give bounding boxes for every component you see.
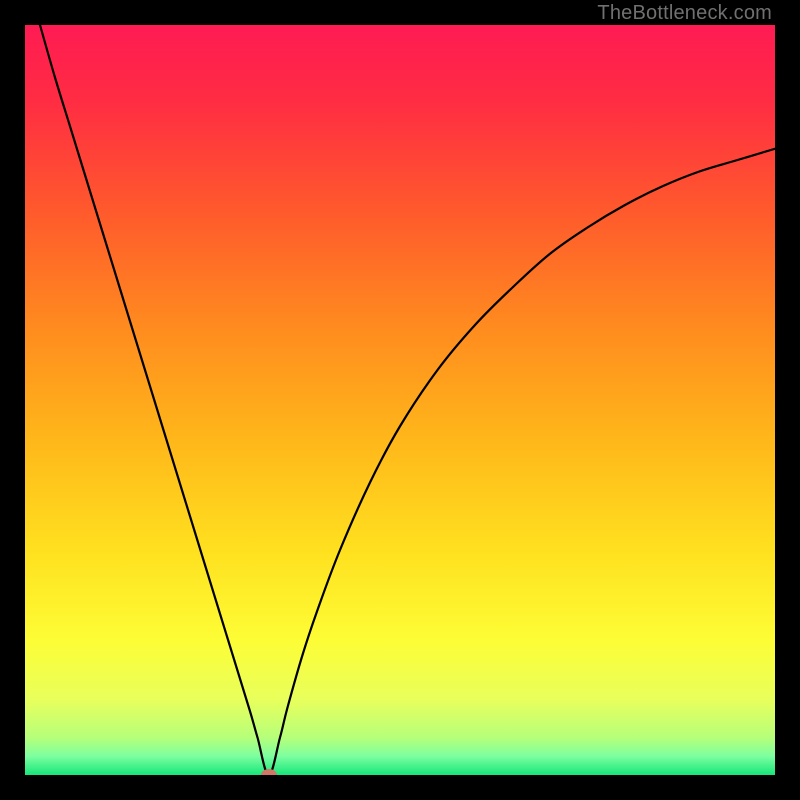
optimal-point-marker	[261, 769, 277, 775]
watermark-text: TheBottleneck.com	[597, 2, 772, 25]
plot-area	[25, 25, 775, 775]
chart-frame: TheBottleneck.com	[0, 0, 800, 800]
bottleneck-curve	[25, 25, 775, 775]
